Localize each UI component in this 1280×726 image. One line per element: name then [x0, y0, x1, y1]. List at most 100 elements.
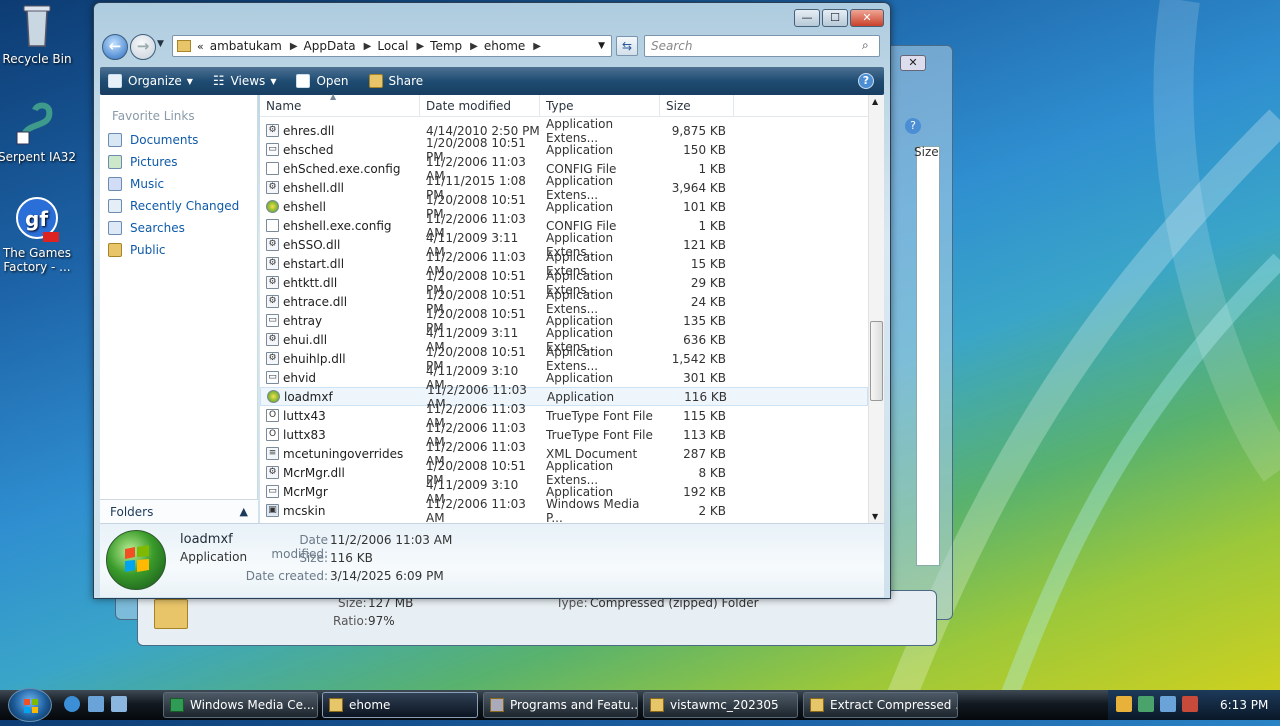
breadcrumb-separator-icon[interactable]: ▶	[416, 41, 424, 52]
breadcrumb-separator-icon[interactable]: ▶	[364, 41, 372, 52]
scroll-up-icon[interactable]: ▲	[872, 97, 878, 106]
desktop-icon-serpent[interactable]: Serpent IA32	[0, 100, 77, 164]
minimize-button[interactable]: —	[794, 9, 820, 27]
scroll-down-icon[interactable]: ▼	[872, 512, 878, 521]
show-desktop-icon[interactable]	[88, 696, 104, 712]
nav-item-recently-changed[interactable]: Recently Changed	[100, 195, 257, 217]
views-menu[interactable]: ☷ Views ▼	[213, 74, 277, 89]
maximize-button[interactable]: ☐	[822, 9, 848, 27]
address-dropdown-icon[interactable]: ▼	[598, 41, 605, 51]
recycle-bin-icon	[13, 2, 61, 50]
open-button[interactable]: Open	[296, 74, 349, 88]
file-row[interactable]: ehshell 1/20/2008 10:51 PM Application 101 …	[260, 193, 868, 221]
file-row[interactable]: Oluttx83 11/2/2006 11:03 AM TrueType Font …	[260, 421, 868, 449]
share-button[interactable]: Share	[368, 74, 424, 88]
file-name-cell: Oluttx43	[260, 409, 420, 423]
breadcrumb-temp[interactable]: Temp	[430, 39, 462, 53]
file-size: 8 KB	[698, 465, 726, 480]
column-size[interactable]: Size	[660, 95, 734, 116]
column-type[interactable]: Type	[540, 95, 660, 116]
breadcrumb-ambatukam[interactable]: ambatukam	[210, 39, 282, 53]
column-name[interactable]: Name	[260, 95, 420, 116]
nav-item-pictures[interactable]: Pictures	[100, 151, 257, 173]
security-shield-icon[interactable]	[1116, 696, 1132, 712]
internet-explorer-icon[interactable]	[64, 696, 80, 712]
back-window-close-button[interactable]: ✕	[900, 55, 926, 71]
file-row[interactable]: Oluttx43 11/2/2006 11:03 AM TrueType Font …	[260, 402, 868, 430]
file-row[interactable]: ▭ ehvid 4/11/2009 3:10 AM Application 301 KB	[260, 364, 868, 392]
task-label: ehome	[349, 698, 391, 712]
close-button[interactable]: ✕	[850, 9, 884, 27]
file-row[interactable]: ▣ mcskin 11/2/2006 11:03 AM Windows Media P…	[260, 497, 868, 525]
file-name-cell: ≡ mcetuningoverrides	[260, 447, 420, 461]
file-row[interactable]: ▭ ehsched 1/20/2008 10:51 PM Application 150…	[260, 136, 868, 164]
vertical-scrollbar[interactable]: ▲ ▼	[868, 95, 884, 523]
file-row[interactable]: ⚙ McrMgr.dll 1/20/2008 10:51 PM Application…	[260, 459, 868, 487]
explorer-window[interactable]: — ☐ ✕ ← → ▼ « ambatukam ▶ AppData ▶ Local ▶…	[93, 2, 891, 599]
breadcrumb-appdata[interactable]: AppData	[304, 39, 356, 53]
address-bar[interactable]: « ambatukam ▶ AppData ▶ Local ▶ Temp ▶ ehome…	[172, 35, 612, 57]
taskbar-item-extract-compressed[interactable]: Extract Compressed ...	[803, 692, 958, 718]
back-button[interactable]: ←	[102, 34, 128, 60]
clock[interactable]: 6:13 PM	[1220, 698, 1268, 712]
chevron-down-icon: ▼	[270, 76, 277, 86]
switch-windows-icon[interactable]	[111, 696, 127, 712]
taskbar-item-vistawmc[interactable]: vistawmc_202305	[643, 692, 798, 718]
breadcrumb-local[interactable]: Local	[377, 39, 408, 53]
file-list[interactable]: Name Date modified Type Size ▲ ⚙ ehres.dl…	[260, 92, 884, 525]
back-window-help-icon[interactable]: ?	[905, 118, 921, 134]
file-name: ehtktt.dll	[283, 275, 338, 290]
breadcrumb-separator-icon[interactable]: ▶	[290, 41, 298, 52]
refresh-button[interactable]: ⇆	[616, 36, 638, 56]
blank-file-icon	[266, 219, 279, 232]
breadcrumb-separator-icon[interactable]: ▶	[533, 41, 541, 52]
network-icon[interactable]	[1160, 696, 1176, 712]
share-label: Share	[388, 74, 424, 88]
file-size: 9,875 KB	[671, 123, 726, 138]
taskbar-item-programs-features[interactable]: Programs and Featu...	[483, 692, 638, 718]
nav-item-searches[interactable]: Searches	[100, 217, 257, 239]
search-icon[interactable]: ⌕	[862, 38, 869, 53]
details-pane: loadmxf Application Date modified: 11/2/…	[100, 523, 884, 597]
overflow-chevron-icon[interactable]: «	[197, 40, 204, 53]
file-row[interactable]: ⚙ ehshell.dll 11/11/2015 1:08 PM Applicatio…	[260, 174, 868, 202]
nav-item-music[interactable]: Music	[100, 173, 257, 195]
file-name-cell: ⚙ ehui.dll	[260, 333, 420, 347]
file-type: Application	[546, 199, 614, 214]
file-size: 1 KB	[698, 218, 726, 233]
nav-item-label: Documents	[130, 133, 199, 147]
taskbar-item-ehome[interactable]: ehome	[322, 692, 478, 718]
file-name: McrMgr	[283, 484, 328, 499]
nav-item-documents[interactable]: Documents	[100, 129, 257, 151]
taskbar-item-windows-media-center[interactable]: Windows Media Ce...	[163, 692, 318, 718]
column-date-modified[interactable]: Date modified	[420, 95, 540, 116]
desktop-icon-games-factory[interactable]: gf The Games Factory - ...	[0, 196, 77, 274]
desktop-icon-recycle-bin[interactable]: Recycle Bin	[0, 2, 77, 66]
breadcrumb-separator-icon[interactable]: ▶	[470, 41, 478, 52]
file-name: ehui.dll	[283, 332, 328, 347]
file-type: Application	[546, 370, 614, 385]
folders-toggle[interactable]: Folders ▲	[100, 499, 258, 523]
start-button[interactable]	[8, 688, 52, 722]
scrollbar-thumb[interactable]	[870, 321, 883, 401]
file-type: TrueType Font File	[546, 408, 653, 423]
folders-label: Folders	[110, 504, 154, 519]
file-size: 135 KB	[683, 313, 726, 328]
help-icon[interactable]: ?	[858, 73, 874, 89]
organize-menu[interactable]: Organize ▼	[108, 74, 193, 88]
taskbar: Windows Media Ce... ehome Programs and F…	[0, 688, 1280, 722]
volume-muted-icon[interactable]	[1182, 696, 1198, 712]
recent-pages-dropdown[interactable]: ▼	[157, 39, 164, 49]
file-row[interactable]: ⚙ ehuihlp.dll 1/20/2008 10:51 PM Applicatio…	[260, 345, 868, 373]
file-row[interactable]: ⚙ ehres.dll 4/14/2010 2:50 PM Application E…	[260, 117, 868, 145]
public-folder-icon	[108, 243, 122, 257]
search-input[interactable]: Search	[644, 35, 880, 57]
documents-icon	[108, 133, 122, 147]
breadcrumb-ehome[interactable]: ehome	[484, 39, 525, 53]
details-date-created-label: Date created:	[245, 569, 328, 583]
windows-update-icon[interactable]	[1138, 696, 1154, 712]
forward-button[interactable]: →	[130, 34, 156, 60]
file-row[interactable]: ⚙ ehtrace.dll 1/20/2008 10:51 PM Applicatio…	[260, 288, 868, 316]
nav-item-public[interactable]: Public	[100, 239, 257, 261]
file-row[interactable]: loadmxf 11/2/2006 11:03 AM Application 116 …	[260, 383, 868, 411]
